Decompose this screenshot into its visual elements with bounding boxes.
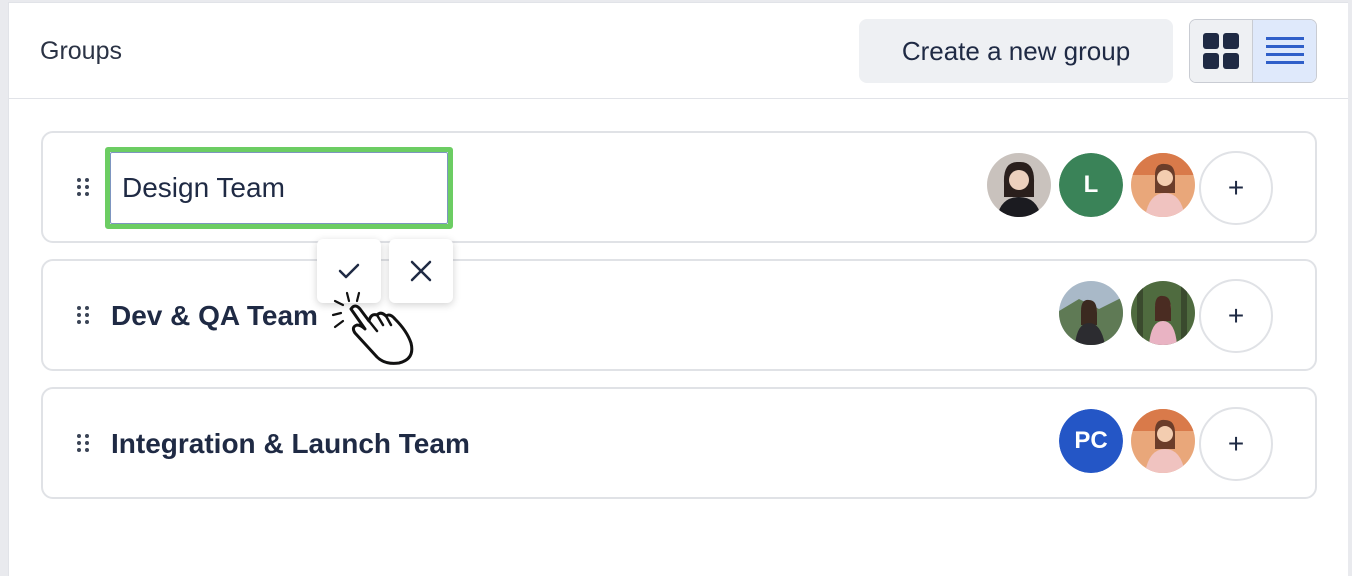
view-toggle [1189, 19, 1317, 83]
group-card: L + [41, 131, 1317, 243]
drag-handle-icon[interactable] [76, 305, 90, 325]
list-icon [1265, 37, 1304, 64]
photo-avatar-icon [987, 153, 1051, 217]
groups-panel: Groups Create a new group Design Team L … [8, 2, 1348, 576]
member-avatar[interactable] [987, 153, 1051, 217]
create-group-button[interactable]: Create a new group [859, 19, 1173, 83]
member-avatar[interactable] [1131, 153, 1195, 217]
initials-circle: L [1059, 153, 1123, 217]
group-name[interactable]: Dev & QA Team [111, 300, 318, 332]
groups-header: Groups Create a new group [9, 3, 1348, 99]
initials-circle: PC [1059, 409, 1123, 473]
group-name-input[interactable] [105, 147, 453, 229]
check-icon [338, 263, 360, 279]
group-name[interactable]: Integration & Launch Team [111, 428, 470, 460]
add-member-button[interactable]: + [1199, 151, 1273, 225]
avatar-initials: L [1083, 171, 1099, 198]
cancel-rename-button[interactable] [389, 239, 453, 303]
page-title: Groups [40, 37, 122, 65]
member-avatar[interactable]: PC [1059, 409, 1123, 473]
photo-avatar-icon [1059, 281, 1123, 345]
photo-avatar-icon [1131, 281, 1195, 345]
member-avatar[interactable] [1131, 281, 1195, 345]
add-member-button[interactable]: + [1199, 279, 1273, 353]
member-avatar[interactable] [1059, 281, 1123, 345]
group-card: Integration & Launch Team PC + [41, 387, 1317, 499]
list-view-button[interactable] [1253, 20, 1316, 82]
drag-handle-icon[interactable] [76, 177, 90, 197]
add-member-button[interactable]: + [1199, 407, 1273, 481]
grid-icon [1203, 33, 1239, 69]
group-card: Dev & QA Team + [41, 259, 1317, 371]
member-avatar[interactable] [1131, 409, 1195, 473]
confirm-rename-button[interactable] [317, 239, 381, 303]
photo-avatar-icon [1131, 153, 1195, 217]
close-icon [410, 260, 432, 282]
photo-avatar-icon [1131, 409, 1195, 473]
avatar-initials: PC [1074, 427, 1108, 454]
grid-view-button[interactable] [1190, 20, 1254, 82]
member-avatar[interactable]: L [1059, 153, 1123, 217]
drag-handle-icon[interactable] [76, 433, 90, 453]
